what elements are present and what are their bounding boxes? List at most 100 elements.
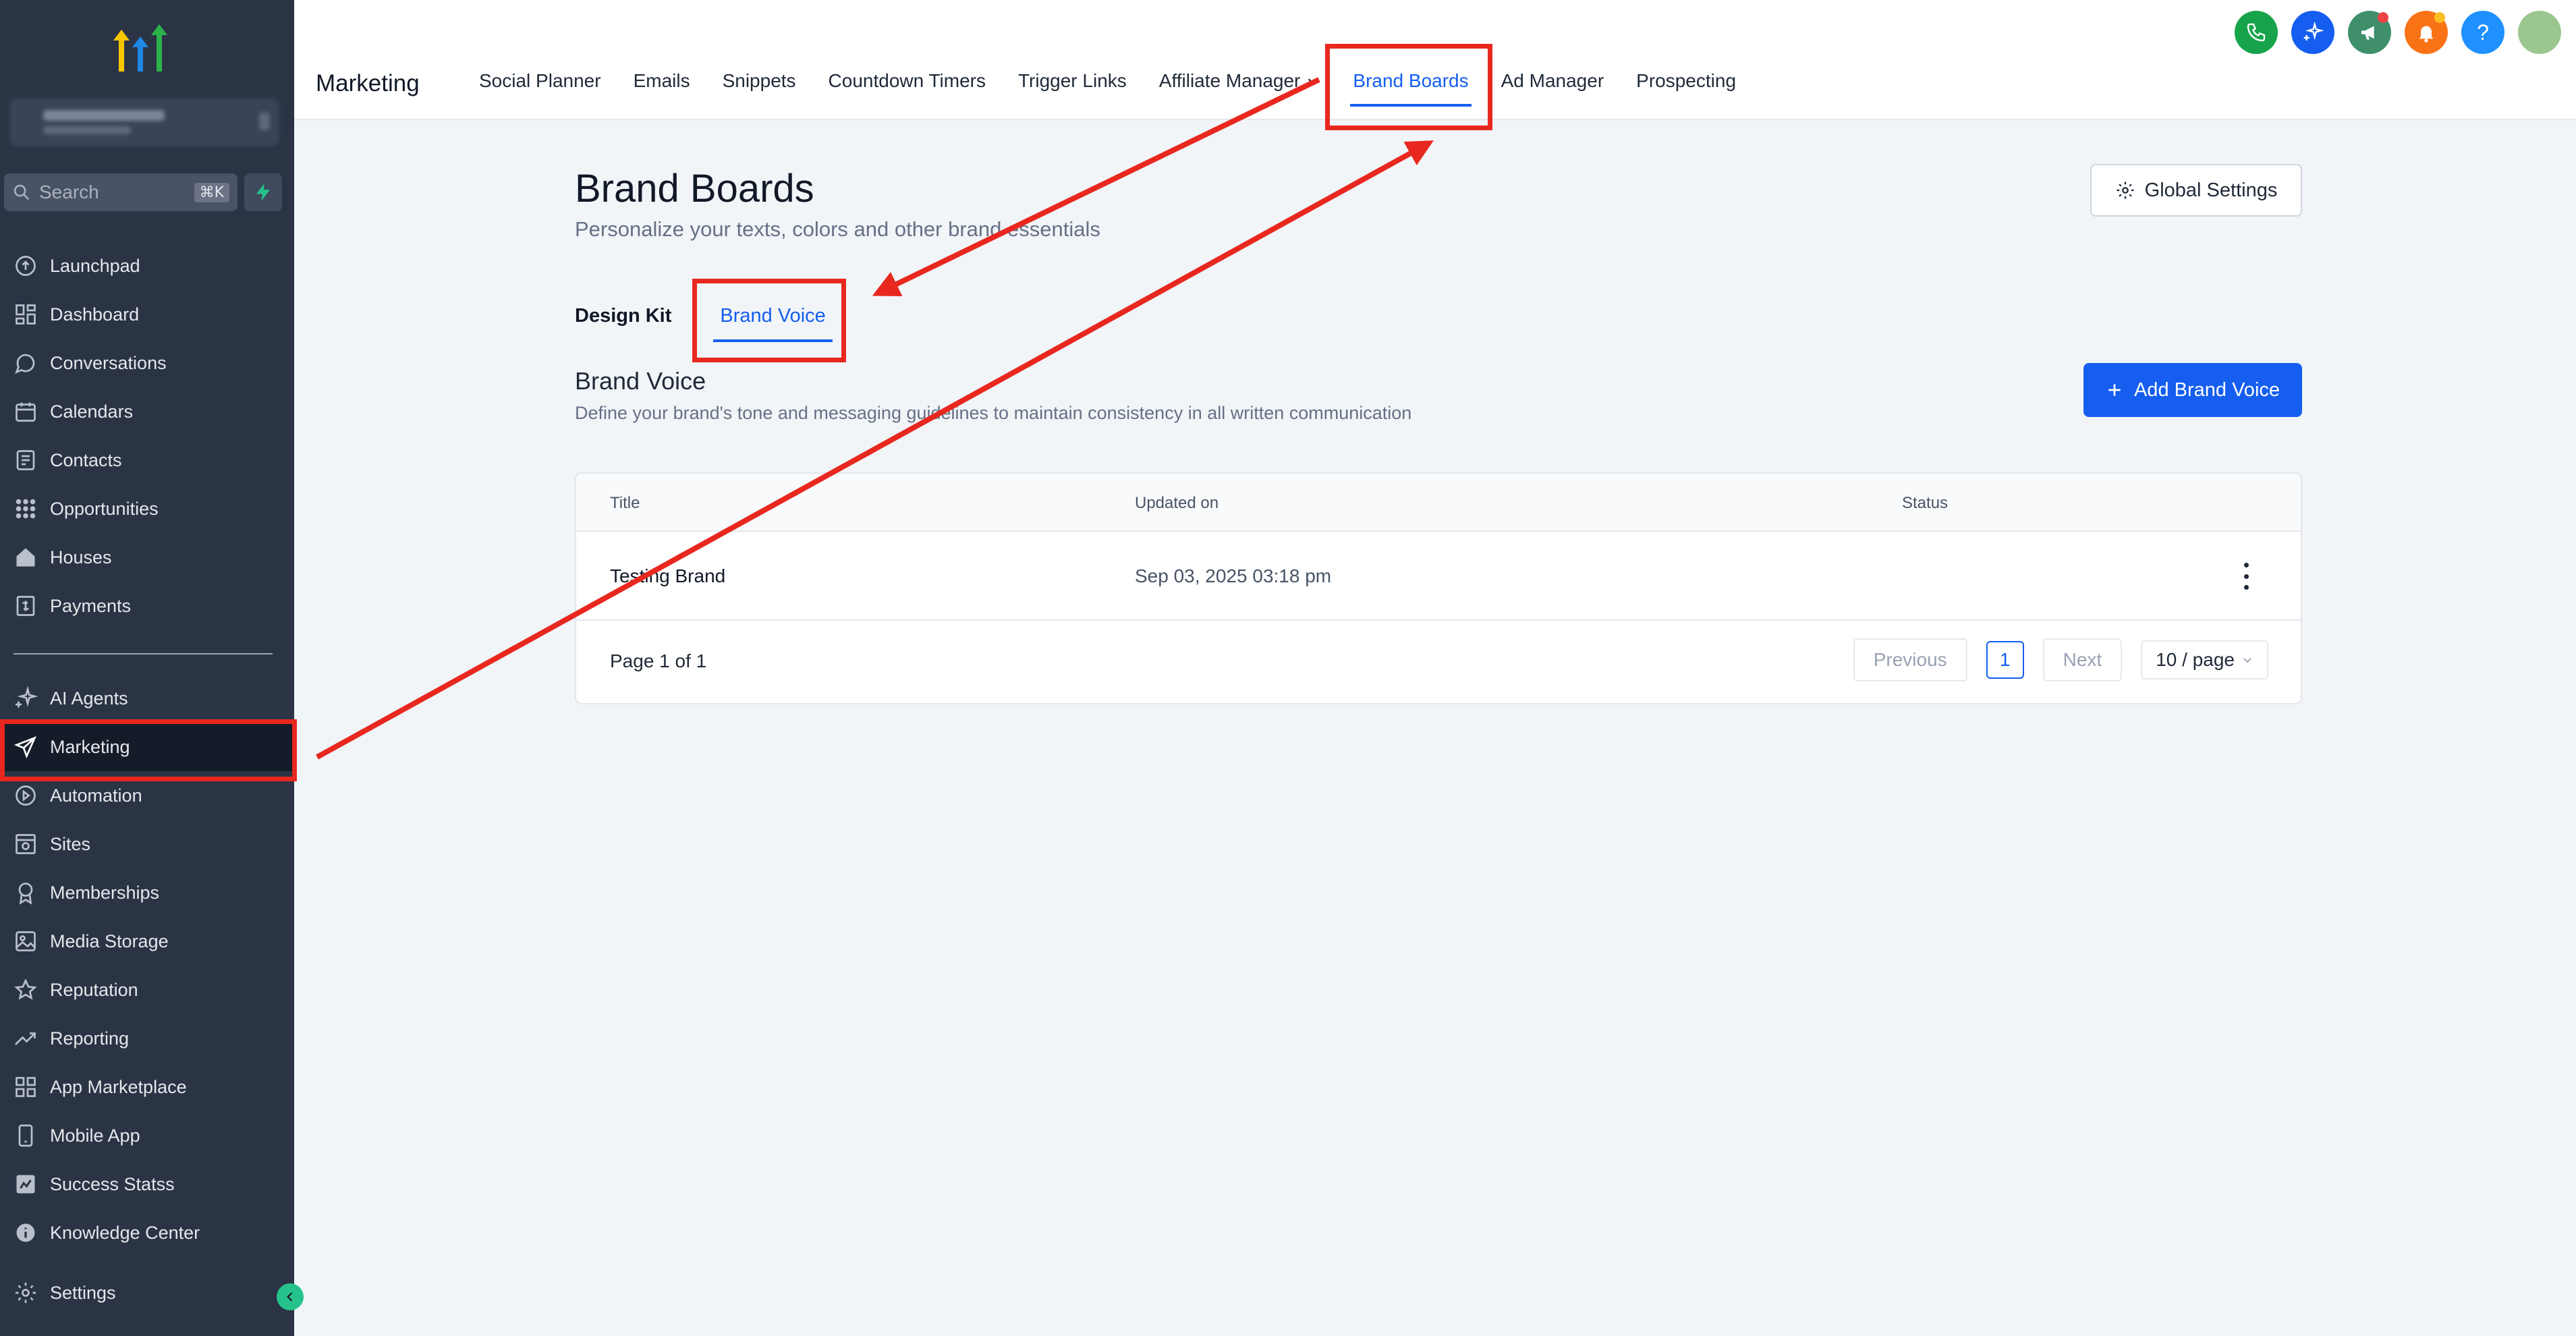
chevron-down-icon bbox=[1308, 78, 1318, 85]
sidebar-item-launchpad[interactable]: Launchpad bbox=[0, 242, 294, 290]
rocket-icon bbox=[16, 256, 36, 276]
add-brand-voice-button[interactable]: Add Brand Voice bbox=[2083, 363, 2302, 417]
grid-icon bbox=[16, 304, 36, 325]
tab-label: Prospecting bbox=[1636, 70, 1737, 91]
phone-icon bbox=[2247, 23, 2266, 42]
sidebar-item-label: Memberships bbox=[50, 882, 160, 903]
global-settings-button[interactable]: Global Settings bbox=[2090, 164, 2302, 217]
sidebar-item-ai-agents[interactable]: AI Agents bbox=[0, 674, 294, 723]
sidebar-item-payments[interactable]: Payments bbox=[0, 582, 294, 630]
page-size-value: 10 / page bbox=[2156, 649, 2235, 670]
tab-label: Snippets bbox=[722, 70, 796, 91]
house-icon bbox=[16, 548, 35, 567]
app-logo[interactable] bbox=[108, 20, 175, 74]
tab-label: Social Planner bbox=[479, 70, 601, 91]
star-icon bbox=[14, 978, 37, 1000]
sidebar-item-label: Payments bbox=[50, 595, 132, 616]
highlight-box-marketing bbox=[0, 719, 297, 781]
tab-design-kit[interactable]: Design Kit bbox=[575, 304, 671, 329]
previous-page-button[interactable]: Previous bbox=[1853, 638, 1967, 681]
calendar-icon bbox=[16, 402, 36, 422]
award-icon bbox=[18, 883, 33, 905]
sidebar-item-label: Sites bbox=[50, 833, 91, 854]
search-box[interactable]: Search ⌘K bbox=[4, 173, 237, 211]
avatar[interactable] bbox=[2518, 11, 2561, 54]
tab-prospecting[interactable]: Prospecting bbox=[1620, 65, 1752, 97]
ai-assistant-button[interactable] bbox=[2291, 11, 2334, 54]
row-actions-icon[interactable] bbox=[2236, 563, 2256, 590]
page-title: Brand Boards bbox=[575, 167, 814, 211]
announcements-button[interactable] bbox=[2348, 11, 2391, 54]
header-actions: ? bbox=[2235, 11, 2561, 54]
chevron-left-icon bbox=[286, 1292, 293, 1302]
sites-icon bbox=[16, 834, 36, 854]
sidebar: Search ⌘K Launchpad Dashboard Conversati… bbox=[0, 0, 304, 1336]
tab-emails[interactable]: Emails bbox=[617, 65, 706, 97]
notification-dot bbox=[2378, 12, 2388, 23]
sidebar-item-calendars[interactable]: Calendars bbox=[0, 387, 294, 436]
next-page-button[interactable]: Next bbox=[2042, 638, 2123, 681]
sidebar-item-media-storage[interactable]: Media Storage bbox=[0, 917, 294, 966]
phone-button[interactable] bbox=[2235, 11, 2278, 54]
image-icon bbox=[16, 931, 36, 951]
sidebar-item-houses[interactable]: Houses bbox=[0, 533, 294, 582]
tab-snippets[interactable]: Snippets bbox=[706, 65, 812, 97]
table-row[interactable]: Testing Brand Sep 03, 2025 03:18 pm bbox=[576, 532, 2301, 621]
sidebar-item-dashboard[interactable]: Dashboard bbox=[0, 290, 294, 339]
sidebar-item-label: Dashboard bbox=[50, 304, 140, 325]
app-section-title: Marketing bbox=[316, 70, 420, 96]
sidebar-item-label: App Marketplace bbox=[50, 1076, 187, 1097]
pagination: Previous 1 Next 10 / page bbox=[1853, 638, 2268, 681]
top-nav: Social Planner Emails Snippets Countdown… bbox=[463, 65, 1752, 107]
sidebar-item-label: Conversations bbox=[50, 352, 167, 373]
sidebar-item-opportunities[interactable]: Opportunities bbox=[0, 484, 294, 533]
tab-label: Ad Manager bbox=[1501, 70, 1604, 91]
search-placeholder: Search bbox=[39, 182, 99, 202]
sidebar-item-reporting[interactable]: Reporting bbox=[0, 1014, 294, 1063]
sidebar-item-reputation[interactable]: Reputation bbox=[0, 966, 294, 1014]
sparkle-icon bbox=[2303, 22, 2324, 40]
plus-icon bbox=[2108, 384, 2121, 396]
sidebar-item-contacts[interactable]: Contacts bbox=[0, 436, 294, 484]
opportunities-icon bbox=[16, 499, 36, 519]
sidebar-nav-footer: Settings bbox=[0, 1269, 294, 1317]
tab-social-planner[interactable]: Social Planner bbox=[463, 65, 617, 97]
chevron-down-icon bbox=[2243, 658, 2251, 663]
page-subtitle: Personalize your texts, colors and other… bbox=[575, 217, 1100, 241]
quick-action-button[interactable] bbox=[244, 173, 282, 211]
tab-countdown-timers[interactable]: Countdown Timers bbox=[812, 65, 1002, 97]
help-button[interactable]: ? bbox=[2461, 11, 2504, 54]
sidebar-item-label: Launchpad bbox=[50, 255, 140, 276]
sidebar-item-label: Settings bbox=[50, 1282, 116, 1303]
page-number-button[interactable]: 1 bbox=[1986, 641, 2024, 679]
sidebar-item-memberships[interactable]: Memberships bbox=[0, 868, 294, 917]
section-title: Brand Voice bbox=[575, 367, 706, 395]
sidebar-item-mobile-app[interactable]: Mobile App bbox=[0, 1111, 294, 1160]
sidebar-item-conversations[interactable]: Conversations bbox=[0, 339, 294, 387]
sidebar-item-label: Calendars bbox=[50, 401, 134, 422]
sidebar-item-label: Success Statss bbox=[50, 1173, 175, 1194]
sidebar-item-label: Knowledge Center bbox=[50, 1222, 200, 1243]
tab-label: Affiliate Manager bbox=[1158, 70, 1301, 91]
sidebar-item-label: Mobile App bbox=[50, 1125, 140, 1146]
tab-trigger-links[interactable]: Trigger Links bbox=[1002, 65, 1143, 97]
page-info: Page 1 of 1 bbox=[610, 650, 707, 671]
sidebar-item-settings[interactable]: Settings bbox=[0, 1269, 294, 1317]
tab-affiliate-manager[interactable]: Affiliate Manager bbox=[1143, 65, 1337, 97]
account-switcher[interactable] bbox=[9, 98, 279, 146]
column-updated-on: Updated on bbox=[1135, 494, 1219, 512]
notifications-button[interactable] bbox=[2405, 11, 2448, 54]
page-size-select[interactable]: 10 / page bbox=[2141, 640, 2268, 679]
search-icon bbox=[13, 184, 30, 200]
sidebar-collapse-button[interactable] bbox=[277, 1283, 304, 1310]
sidebar-item-label: Houses bbox=[50, 547, 112, 567]
sidebar-item-app-marketplace[interactable]: App Marketplace bbox=[0, 1063, 294, 1111]
sidebar-item-knowledge-center[interactable]: Knowledge Center bbox=[0, 1208, 294, 1257]
sidebar-item-label: Reporting bbox=[50, 1028, 130, 1049]
sidebar-item-sites[interactable]: Sites bbox=[0, 820, 294, 868]
tab-label: Trigger Links bbox=[1017, 70, 1127, 91]
brand-voice-table: Title Updated on Status Testing Brand Se… bbox=[575, 472, 2302, 704]
sidebar-item-success-stats[interactable]: Success Statss bbox=[0, 1160, 294, 1208]
megaphone-icon bbox=[2361, 26, 2374, 40]
tab-ad-manager[interactable]: Ad Manager bbox=[1485, 65, 1621, 97]
